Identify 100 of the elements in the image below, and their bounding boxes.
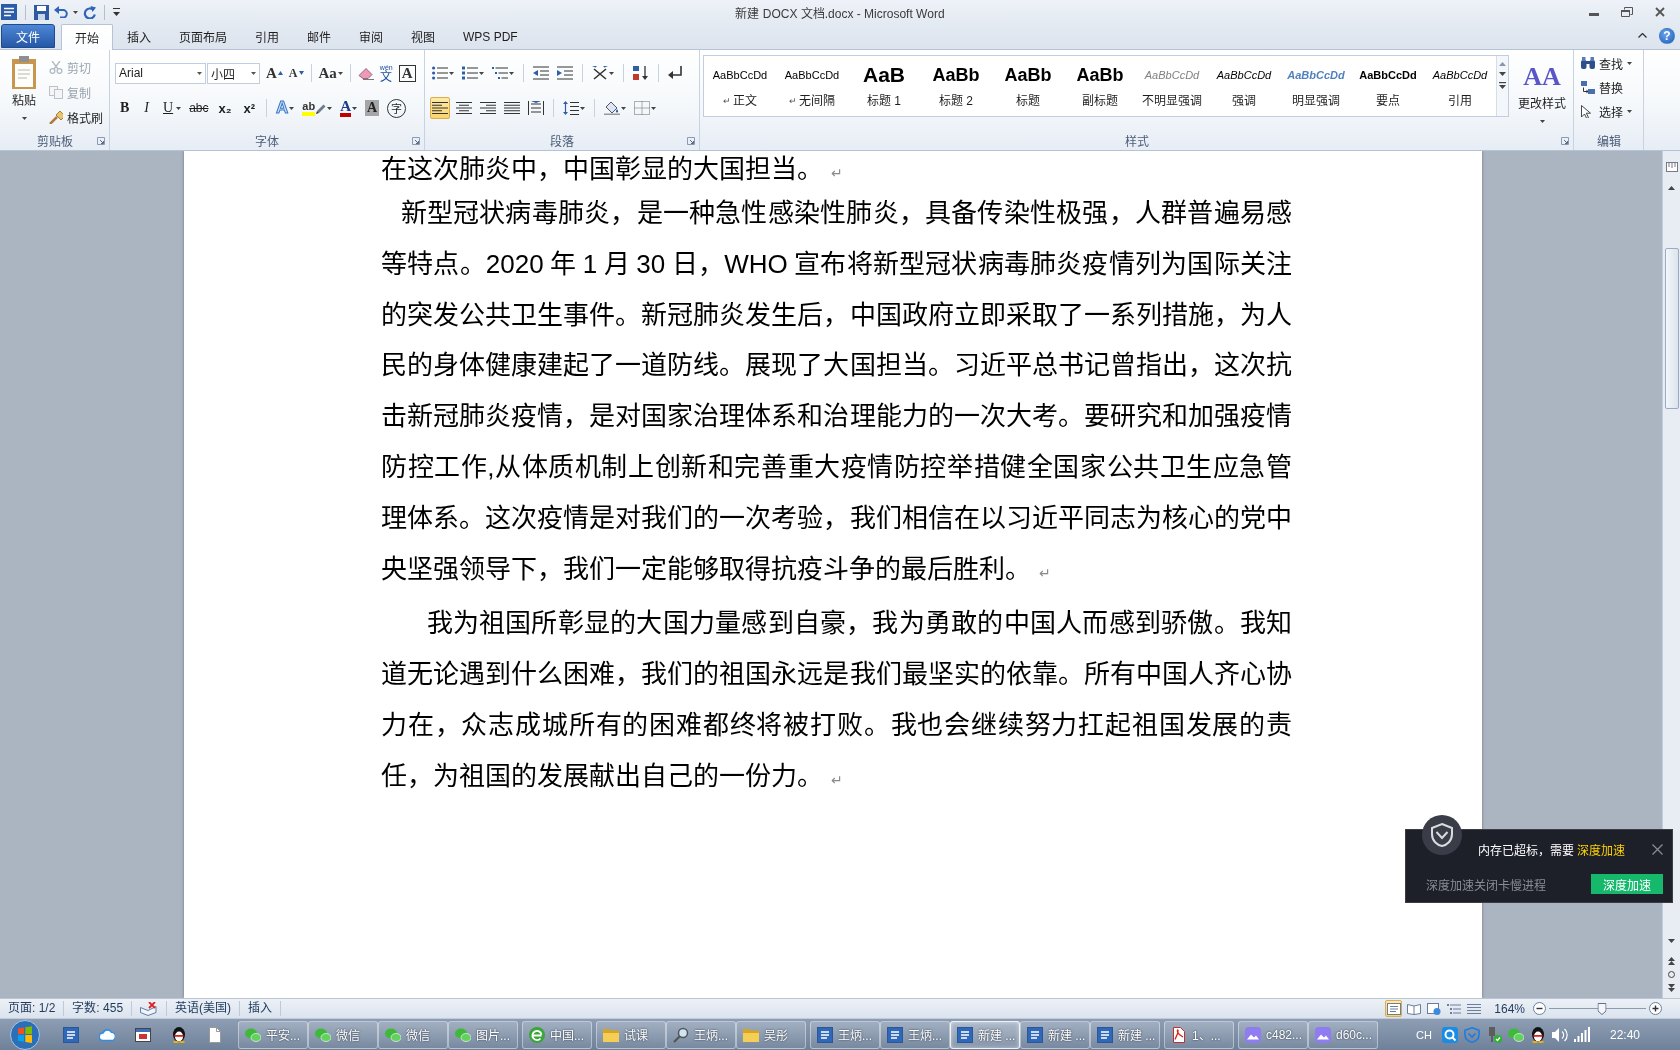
dialog-launcher-icon[interactable] xyxy=(1561,136,1569,145)
ribbon-tab[interactable]: 引用 xyxy=(241,24,293,49)
format-painter-button[interactable]: 格式刷 xyxy=(45,106,107,128)
penguin-icon[interactable] xyxy=(171,1026,187,1043)
dialog-launcher-icon[interactable] xyxy=(687,136,695,145)
distribute-icon xyxy=(528,101,544,115)
underline-button[interactable]: U xyxy=(159,97,184,119)
style-item[interactable]: AaBbCcDd 要点 xyxy=(1352,56,1424,116)
style-item[interactable]: AaBb 标题 xyxy=(992,56,1064,116)
strikethrough-button[interactable]: abc xyxy=(187,97,211,119)
dialog-launcher-icon[interactable] xyxy=(97,136,105,145)
gallery-down-icon[interactable] xyxy=(1499,72,1506,76)
font-size-field[interactable]: 小四 xyxy=(207,62,260,84)
sort-icon xyxy=(633,66,649,80)
language-status[interactable]: 英语(美国) xyxy=(167,1001,241,1016)
close-icon[interactable] xyxy=(1652,843,1663,855)
print-layout-button[interactable] xyxy=(1385,1000,1403,1017)
change-styles-button[interactable]: AA 更改样式 xyxy=(1513,55,1571,131)
paragraph: 新型冠状病毒肺炎，是一种急性感染性肺炎，具备传染性极强，人群普遍易感等特点。2020 年 1 月 30 日，WHO 宣布将新型冠状病毒肺炎疫情列为国际关注的突发公共卫生事件。新冠肺炎发生后，中国政府立即采取了一系列措施，为人民的身体健康建起了一道防线。展现了大国担当。习近平总书记曾指出，这次抗击新冠肺炎疫情，是对国家治理体系和治理能力的一次大考。要研究和加强疫情防控工作,从体质机制上创新和完善重大疫情防控举措健全国家公共卫生应急管理体系。这次疫情是对我们的一次考验，我们相信在以习近平同志为核心的党中央坚强领导下，我们一定能够取得抗疫斗争的最后胜利。 ↵ xyxy=(381,197,1292,586)
browse-object-icon[interactable] xyxy=(1668,971,1675,978)
font-name-field[interactable]: Arial xyxy=(115,62,206,84)
ribbon-tab[interactable]: 视图 xyxy=(397,24,449,49)
character-border-button[interactable]: A xyxy=(396,62,418,84)
caret-icon xyxy=(327,106,333,110)
blank-page-icon[interactable] xyxy=(207,1026,223,1043)
highlight-button[interactable]: ab xyxy=(300,97,335,119)
picture-icon xyxy=(1245,1026,1261,1043)
app-window-icon[interactable] xyxy=(135,1026,151,1043)
style-item[interactable]: AaB 标题 1 xyxy=(848,56,920,116)
italic-button[interactable]: I xyxy=(138,97,155,119)
superscript-button[interactable]: x² xyxy=(239,97,260,119)
speaker-icon[interactable] xyxy=(1551,1026,1568,1043)
select-button[interactable]: 选择 xyxy=(1577,100,1636,122)
shrink-font-button[interactable]: A xyxy=(286,62,306,84)
replace-button[interactable]: 替换 xyxy=(1577,76,1636,98)
align-right-icon xyxy=(480,101,496,115)
search-tile-icon[interactable] xyxy=(1441,1026,1458,1043)
start-button[interactable] xyxy=(7,1019,43,1050)
bold-button[interactable]: B xyxy=(115,97,135,119)
save-icon[interactable] xyxy=(34,4,49,20)
character-shading-button[interactable]: A xyxy=(363,97,382,119)
style-item[interactable]: AaBbCcDd ↵ 正文 xyxy=(704,56,776,116)
previous-page-icon[interactable] xyxy=(1668,957,1675,965)
dialog-launcher-icon[interactable] xyxy=(412,136,420,145)
caret-icon xyxy=(609,71,614,75)
style-item[interactable]: AaBbCcDd ↵ 无间隔 xyxy=(776,56,848,116)
zoom-slider-thumb[interactable] xyxy=(1597,1002,1607,1015)
file-menu-tab[interactable]: 文件 xyxy=(1,24,55,48)
penguin-icon[interactable] xyxy=(1529,1026,1546,1043)
change-case-button[interactable]: Aa xyxy=(316,62,345,84)
cloud-icon[interactable] xyxy=(99,1026,115,1043)
style-item[interactable]: AaBb 标题 2 xyxy=(920,56,992,116)
numbered-list-icon xyxy=(462,66,478,80)
signal-bars-icon[interactable] xyxy=(1573,1027,1590,1042)
document-icon[interactable] xyxy=(1,4,17,20)
book-cross-icon[interactable] xyxy=(140,1001,159,1016)
notification-message: 内存已超标，需要 深度加速 xyxy=(1478,842,1626,858)
ribbon-tab[interactable]: WPS PDF xyxy=(449,24,532,49)
style-item[interactable]: AaBbCcDd 引用 xyxy=(1424,56,1496,116)
scroll-up-icon[interactable] xyxy=(1668,186,1675,190)
document-icon[interactable] xyxy=(63,1026,79,1043)
ribbon-tab[interactable]: 审阅 xyxy=(345,24,397,49)
speed-up-link[interactable]: 深度加速 xyxy=(1577,843,1626,858)
gallery-up-icon[interactable] xyxy=(1499,62,1506,66)
scrollbar-thumb[interactable] xyxy=(1664,248,1679,409)
customize-menu-icon[interactable] xyxy=(113,8,120,16)
find-button[interactable]: 查找 xyxy=(1577,52,1636,74)
align-center-icon xyxy=(456,101,472,115)
marker-pen-icon xyxy=(316,102,327,114)
redo-icon[interactable] xyxy=(83,5,96,19)
ruler-icon[interactable] xyxy=(1665,162,1678,172)
ribbon-tab[interactable]: 邮件 xyxy=(293,24,345,49)
caret-icon xyxy=(352,106,358,110)
insert-mode-status[interactable]: 插入 xyxy=(240,1001,282,1016)
paste-button[interactable]: 粘贴 xyxy=(3,50,45,131)
word-count[interactable]: 字数: 455 xyxy=(64,1001,133,1016)
subscript-button[interactable]: x₂ xyxy=(214,97,236,119)
style-item[interactable]: AaBbCcDd 强调 xyxy=(1208,56,1280,116)
zoom-level[interactable]: 164% xyxy=(1494,1001,1525,1016)
align-left-button[interactable] xyxy=(430,97,450,119)
group-label: 样式 xyxy=(1124,134,1149,149)
web-layout-button[interactable] xyxy=(1425,1000,1443,1017)
gallery-more-icon[interactable] xyxy=(1499,82,1506,89)
ribbon-tab[interactable]: 页面布局 xyxy=(165,24,241,49)
chevron-up-icon[interactable] xyxy=(1638,33,1647,38)
zoom-in-icon[interactable] xyxy=(1649,1002,1662,1015)
style-item[interactable]: AaBbCcDd 明显强调 xyxy=(1280,56,1352,116)
grow-font-button[interactable]: A xyxy=(264,62,285,84)
style-item[interactable]: AaBbCcDd 不明显强调 xyxy=(1136,56,1208,116)
ribbon-tab[interactable]: 插入 xyxy=(113,24,165,49)
undo-icon[interactable] xyxy=(54,6,68,18)
next-page-icon[interactable] xyxy=(1668,984,1675,992)
ribbon-tab[interactable]: 开始 xyxy=(61,24,113,50)
style-item[interactable]: AaBb 副标题 xyxy=(1064,56,1136,116)
font-color-button[interactable]: A xyxy=(338,97,360,119)
zoom-out-icon[interactable] xyxy=(1533,1002,1546,1015)
close-icon[interactable] xyxy=(1655,7,1665,17)
scroll-down-icon[interactable] xyxy=(1668,939,1675,943)
restore-icon[interactable] xyxy=(1621,7,1633,17)
page-count[interactable]: 页面: 1/2 xyxy=(0,1001,65,1016)
